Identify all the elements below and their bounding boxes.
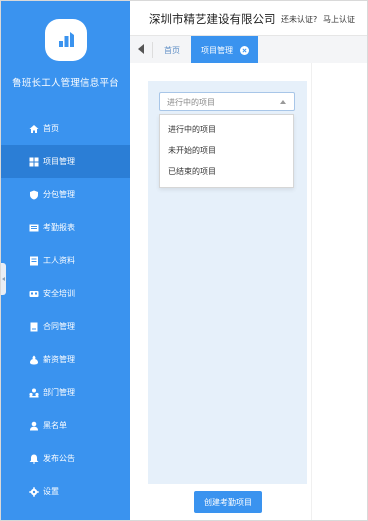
sidebar-item-home[interactable]: 首页: [1, 112, 130, 145]
app-window: 鲁班长工人管理信息平台 首页 项目管理 分包管理 考勤报表 工人资料 安全培训 …: [0, 0, 368, 521]
tab-label: 项目管理: [201, 46, 233, 55]
sidebar-item-worker-info[interactable]: 工人资料: [1, 244, 130, 277]
company-name: 深圳市精艺建设有限公司: [149, 12, 276, 26]
certification-status: 还未认证?: [281, 15, 318, 24]
sidebar-item-label: 合同管理: [43, 322, 75, 331]
sidebar-item-label: 考勤报表: [43, 223, 75, 232]
salary-icon: [29, 355, 39, 365]
shield-icon: [29, 190, 39, 200]
sidebar-item-label: 发布公告: [43, 454, 75, 463]
close-icon[interactable]: [240, 46, 249, 55]
announcement-icon: [29, 454, 39, 464]
certify-now-link[interactable]: 马上认证: [323, 14, 355, 25]
sidebar-item-contract[interactable]: 合同管理: [1, 310, 130, 343]
create-attendance-project-button[interactable]: 创建考勤项目: [194, 491, 262, 513]
report-icon: [29, 223, 39, 233]
logo-icon: [59, 32, 74, 47]
tab-divider: [152, 42, 153, 58]
tab-scroll-left-icon[interactable]: [138, 44, 144, 54]
sidebar-item-attendance-report[interactable]: 考勤报表: [1, 211, 130, 244]
contract-icon: [29, 322, 39, 332]
project-status-dropdown: 进行中的项目 未开始的项目 已结束的项目: [159, 114, 294, 188]
sidebar-item-department[interactable]: 部门管理: [1, 376, 130, 409]
select-value: 进行中的项目: [167, 98, 215, 107]
dropdown-option-not-started[interactable]: 未开始的项目: [160, 140, 293, 161]
grid-icon: [29, 157, 39, 167]
sidebar-item-announcement[interactable]: 发布公告: [1, 442, 130, 475]
sidebar-item-label: 安全培训: [43, 289, 75, 298]
gear-icon: [29, 486, 39, 497]
sidebar-item-label: 首页: [43, 124, 59, 133]
department-icon: [29, 388, 39, 398]
sidebar-item-blacklist[interactable]: 黑名单: [1, 409, 130, 442]
sidebar-item-settings[interactable]: 设置: [1, 475, 130, 508]
sidebar-item-project-management[interactable]: 项目管理: [1, 145, 130, 178]
tab-bar: 首页 项目管理: [130, 35, 367, 65]
sidebar-item-label: 项目管理: [43, 157, 75, 166]
document-icon: [29, 256, 39, 266]
sidebar-item-label: 工人资料: [43, 256, 75, 265]
sidebar-collapse-handle[interactable]: [1, 263, 6, 295]
chevron-up-icon: [280, 100, 286, 104]
header: 深圳市精艺建设有限公司 还未认证? 马上认证: [130, 1, 367, 35]
platform-title: 鲁班长工人管理信息平台: [12, 78, 119, 89]
divider: [311, 63, 312, 520]
user-icon: [29, 421, 39, 431]
training-icon: [29, 289, 39, 299]
sidebar-item-label: 薪资管理: [43, 355, 75, 364]
project-status-select[interactable]: 进行中的项目: [159, 92, 295, 111]
sidebar-nav: 首页 项目管理 分包管理 考勤报表 工人资料 安全培训 合同管理 薪资管理 部门…: [1, 112, 130, 508]
sidebar-item-salary[interactable]: 薪资管理: [1, 343, 130, 376]
sidebar: 鲁班长工人管理信息平台 首页 项目管理 分包管理 考勤报表 工人资料 安全培训 …: [1, 1, 130, 520]
sidebar-item-label: 黑名单: [43, 421, 67, 430]
sidebar-item-safety-training[interactable]: 安全培训: [1, 277, 130, 310]
dropdown-option-finished[interactable]: 已结束的项目: [160, 161, 293, 182]
dropdown-option-in-progress[interactable]: 进行中的项目: [160, 119, 293, 140]
sidebar-item-label: 设置: [43, 487, 59, 496]
tab-project-management[interactable]: 项目管理: [191, 36, 258, 64]
tab-home[interactable]: 首页: [164, 45, 180, 56]
sidebar-item-subcontract[interactable]: 分包管理: [1, 178, 130, 211]
sidebar-item-label: 部门管理: [43, 388, 75, 397]
home-icon: [29, 124, 39, 134]
sidebar-item-label: 分包管理: [43, 190, 75, 199]
logo: [45, 19, 87, 61]
